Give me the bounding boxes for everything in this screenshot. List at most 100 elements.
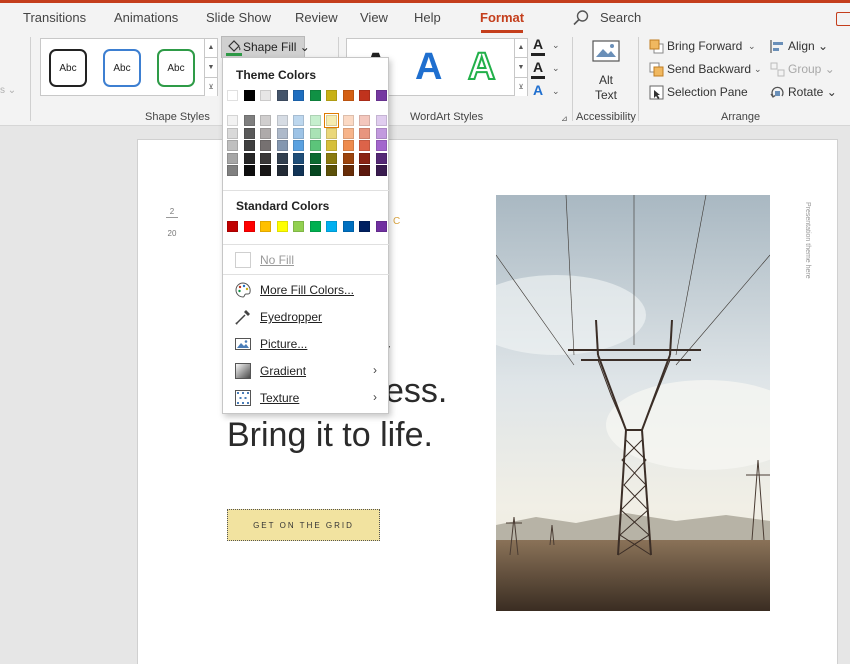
theme-tint-swatch[interactable] (326, 165, 337, 176)
theme-tint-swatch[interactable] (309, 115, 321, 126)
theme-tint-swatch[interactable] (276, 152, 288, 164)
theme-tint-swatch[interactable] (309, 152, 321, 164)
shape-style-preset-dark[interactable]: Abc (49, 49, 87, 87)
theme-tint-swatch[interactable] (260, 140, 271, 151)
theme-tint-swatch[interactable] (260, 165, 271, 176)
standard-color-swatch[interactable] (359, 221, 370, 232)
theme-tint-swatch[interactable] (309, 127, 321, 139)
theme-tint-swatch[interactable] (243, 127, 255, 139)
theme-tint-swatch[interactable] (243, 140, 255, 151)
standard-color-swatch[interactable] (342, 221, 354, 232)
wordart-scroll-down-icon[interactable]: ▼ (514, 57, 527, 77)
standard-color-swatch[interactable] (276, 221, 288, 232)
theme-tint-swatch[interactable] (227, 115, 238, 126)
wordart-preset-green-outline[interactable]: A (467, 42, 496, 92)
wordart-preset-blue[interactable]: A (415, 42, 442, 92)
theme-tint-swatch[interactable] (375, 127, 387, 139)
theme-tint-swatch[interactable] (342, 127, 354, 139)
theme-tint-swatch[interactable] (375, 115, 387, 126)
text-effects-caret-icon[interactable]: ⌄ (552, 86, 560, 97)
theme-color-swatch[interactable] (375, 90, 387, 101)
theme-tint-swatch[interactable] (293, 127, 304, 139)
theme-tint-swatch[interactable] (359, 152, 370, 164)
alt-text-button[interactable]: Alt Text (594, 73, 618, 103)
theme-tint-swatch[interactable] (342, 140, 354, 151)
theme-tint-swatch[interactable] (243, 152, 255, 164)
bring-forward-caret-icon[interactable]: ⌄ (748, 41, 756, 52)
theme-tint-swatch[interactable] (276, 140, 288, 151)
wordart-scroll-up-icon[interactable]: ▲ (514, 39, 527, 57)
theme-color-swatch[interactable] (260, 90, 271, 101)
tab-format[interactable]: Format (480, 10, 524, 25)
theme-tint-swatch[interactable] (227, 152, 238, 164)
theme-tint-swatch[interactable] (342, 115, 354, 126)
gallery-expand-icon[interactable]: ⊻ (204, 77, 217, 96)
text-outline-caret-icon[interactable]: ⌄ (552, 63, 560, 74)
wordart-expand-icon[interactable]: ⊻ (514, 77, 527, 96)
theme-tint-swatch[interactable] (293, 115, 304, 126)
theme-tint-swatch[interactable] (359, 140, 370, 151)
theme-tint-swatch[interactable] (227, 165, 238, 176)
theme-color-swatch[interactable] (293, 90, 304, 101)
theme-tint-swatch[interactable] (243, 165, 255, 176)
theme-tint-swatch[interactable] (342, 152, 354, 164)
theme-tint-swatch[interactable] (359, 115, 370, 126)
tab-review[interactable]: Review (295, 10, 338, 25)
standard-color-swatch[interactable] (309, 221, 321, 232)
theme-color-swatch[interactable] (326, 90, 337, 101)
theme-tint-swatch[interactable] (375, 140, 387, 151)
tab-help[interactable]: Help (414, 10, 441, 25)
texture-item[interactable]: Texture › (223, 385, 389, 411)
tab-view[interactable]: View (360, 10, 388, 25)
tab-slide-show[interactable]: Slide Show (206, 10, 271, 25)
theme-tint-swatch[interactable] (227, 127, 238, 139)
theme-color-swatch[interactable] (227, 90, 238, 101)
theme-tint-swatch[interactable] (293, 140, 304, 151)
standard-color-swatch[interactable] (375, 221, 387, 232)
alt-text-icon[interactable] (592, 40, 620, 66)
theme-tint-swatch[interactable] (276, 127, 288, 139)
standard-color-swatch[interactable] (260, 221, 271, 232)
power-line-tower-photo[interactable] (496, 195, 770, 611)
theme-tint-swatch[interactable] (326, 127, 337, 139)
share-icon[interactable] (836, 12, 850, 26)
tab-transitions[interactable]: Transitions (23, 10, 86, 25)
standard-color-swatch[interactable] (293, 221, 304, 232)
theme-tint-swatch[interactable] (260, 127, 271, 139)
theme-tint-swatch[interactable] (342, 165, 354, 176)
shape-style-preset-blue[interactable]: Abc (103, 49, 141, 87)
standard-color-swatch[interactable] (243, 221, 255, 232)
send-backward-caret-icon[interactable]: ⌄ (754, 64, 762, 75)
gallery-scroll-down-icon[interactable]: ▼ (204, 57, 217, 77)
theme-tint-swatch[interactable] (326, 140, 337, 151)
cta-button-shape[interactable]: GET ON THE GRID (227, 509, 380, 541)
theme-tint-swatch[interactable] (309, 140, 321, 151)
gallery-scroll-up-icon[interactable]: ▲ (204, 39, 217, 57)
text-effects-button[interactable]: A (533, 82, 543, 98)
theme-tint-swatch[interactable] (309, 165, 321, 176)
theme-tint-swatch[interactable] (260, 152, 271, 164)
theme-color-swatch[interactable] (276, 90, 288, 101)
text-fill-caret-icon[interactable]: ⌄ (552, 40, 560, 51)
dialog-launcher-icon[interactable]: ⊿ (561, 114, 568, 123)
theme-color-swatch[interactable] (359, 90, 370, 101)
more-fill-colors-item[interactable]: More Fill Colors... (223, 277, 389, 303)
theme-tint-swatch[interactable] (324, 113, 339, 128)
theme-tint-swatch[interactable] (293, 152, 304, 164)
standard-color-swatch[interactable] (227, 221, 238, 232)
shape-style-preset-green[interactable]: Abc (157, 49, 195, 87)
theme-tint-swatch[interactable] (243, 115, 255, 126)
slide-heading-line3[interactable]: Bring it to life. (227, 415, 433, 455)
text-fill-button[interactable]: A (533, 36, 543, 52)
theme-tint-swatch[interactable] (359, 165, 370, 176)
shape-fill-button[interactable]: Shape Fill ⌄ (221, 36, 310, 58)
theme-color-swatch[interactable] (309, 90, 321, 101)
theme-color-swatch[interactable] (342, 90, 354, 101)
theme-tint-swatch[interactable] (375, 165, 387, 176)
theme-tint-swatch[interactable] (260, 115, 271, 126)
picture-item[interactable]: Picture... (223, 331, 389, 357)
eyedropper-item[interactable]: Eyedropper (223, 304, 389, 330)
theme-tint-swatch[interactable] (293, 165, 304, 176)
theme-tint-swatch[interactable] (375, 152, 387, 164)
theme-tint-swatch[interactable] (276, 115, 288, 126)
